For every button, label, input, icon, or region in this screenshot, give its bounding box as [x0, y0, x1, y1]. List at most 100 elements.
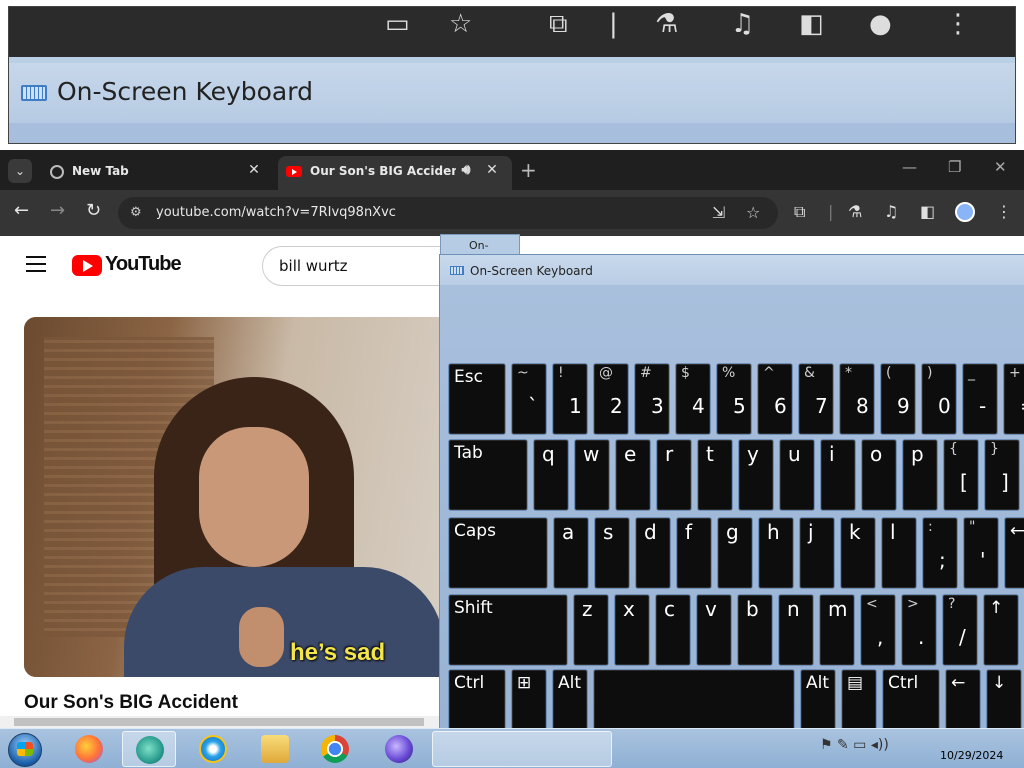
extensions-icon[interactable]: ⧉	[794, 202, 805, 222]
osk-key[interactable]: f	[676, 517, 712, 589]
taskbar-explorer[interactable]	[248, 731, 302, 767]
tab-close-icon[interactable]: ✕	[484, 162, 500, 178]
osk-key[interactable]: _ -	[962, 363, 998, 435]
chrome-menu-icon[interactable]: ⋮	[996, 202, 1012, 221]
osk-key[interactable]: ⟵	[1004, 517, 1024, 589]
osk-key[interactable]: ? /	[942, 594, 978, 666]
osk-key[interactable]: ) 0	[921, 363, 957, 435]
osk-key[interactable]: >.	[901, 594, 937, 666]
media-control-icon[interactable]: ♫	[884, 202, 898, 221]
osk-key-shift-label: @	[599, 365, 613, 381]
restore-button[interactable]: ❐	[948, 158, 961, 176]
start-button[interactable]	[4, 731, 44, 767]
osk-key[interactable]: +=	[1003, 363, 1024, 435]
osk-key[interactable]: r	[656, 439, 692, 511]
magnifier-frame: ▭ ☆ ⧉ | ⚗ ♫ ◧ ● ⋮ On-Screen Keyboard	[8, 6, 1016, 144]
speaker-icon[interactable]: 🔊︎	[458, 162, 474, 178]
osk-key-label: d	[644, 520, 657, 544]
osk-key[interactable]: @2	[593, 363, 629, 435]
tab-youtube[interactable]: Our Son's BIG Accident - Yo 🔊︎ ✕	[278, 156, 512, 190]
back-button[interactable]: ←	[14, 202, 29, 220]
osk-key[interactable]: d	[635, 517, 671, 589]
labs-icon[interactable]: ⚗	[848, 202, 862, 221]
osk-key[interactable]: Caps	[448, 517, 548, 589]
osk-key[interactable]: ~ `	[511, 363, 547, 435]
reload-button[interactable]: ↻	[86, 202, 101, 220]
minimize-button[interactable]: —	[902, 158, 917, 176]
background-osk-window[interactable]: On-Screen	[440, 234, 520, 265]
close-window-button[interactable]: ✕	[994, 158, 1007, 176]
osk-key[interactable]: s	[594, 517, 630, 589]
bookmark-star-icon[interactable]: ☆	[746, 203, 760, 222]
osk-key[interactable]: % 5	[716, 363, 752, 435]
hamburger-menu-icon[interactable]	[26, 256, 46, 277]
video-player[interactable]: he’s sad	[24, 317, 454, 677]
taskbar-ie[interactable]	[186, 731, 240, 767]
osk-key[interactable]: <,	[860, 594, 896, 666]
osk-key[interactable]: a	[553, 517, 589, 589]
osk-key[interactable]: j	[799, 517, 835, 589]
osk-key[interactable]: m	[819, 594, 855, 666]
profile-avatar[interactable]	[955, 202, 975, 222]
osk-key[interactable]: & 7	[798, 363, 834, 435]
osk-key[interactable]: w	[574, 439, 610, 511]
osk-key[interactable]: o	[861, 439, 897, 511]
search-value: bill wurtz	[279, 257, 348, 275]
chrome-favicon-icon	[50, 165, 64, 179]
taskbar-chrome[interactable]	[308, 731, 362, 767]
osk-key[interactable]: v	[696, 594, 732, 666]
osk-key[interactable]: h	[758, 517, 794, 589]
osk-key[interactable]: Esc	[448, 363, 506, 435]
osk-key[interactable]: k	[840, 517, 876, 589]
osk-key[interactable]: i	[820, 439, 856, 511]
on-screen-keyboard-window[interactable]: On-Screen Keyboard Esc ~ `! 1 @2 #3 $4% 5 ^ 6 & 7 * 8…	[439, 254, 1024, 749]
osk-key[interactable]: b	[737, 594, 773, 666]
new-tab-button[interactable]: +	[520, 158, 537, 182]
search-input[interactable]: bill wurtz	[262, 246, 462, 286]
osk-key[interactable]: (9	[880, 363, 916, 435]
osk-key-label: ←	[951, 673, 966, 693]
osk-key[interactable]: n	[778, 594, 814, 666]
osk-key[interactable]: Tab	[448, 439, 528, 511]
site-info-icon[interactable]: ⚙	[130, 205, 142, 220]
osk-key[interactable]: * 8	[839, 363, 875, 435]
osk-key[interactable]: #3	[634, 363, 670, 435]
osk-key[interactable]: x	[614, 594, 650, 666]
osk-key[interactable]: c	[655, 594, 691, 666]
osk-key[interactable]: ^ 6	[757, 363, 793, 435]
osk-key[interactable]: t	[697, 439, 733, 511]
osk-key[interactable]: $4	[675, 363, 711, 435]
osk-titlebar[interactable]: On-Screen Keyboard	[440, 255, 1024, 285]
osk-key[interactable]: ↑	[983, 594, 1019, 666]
osk-key[interactable]: " '	[963, 517, 999, 589]
tab-new-tab[interactable]: New Tab ✕	[40, 156, 272, 190]
osk-key[interactable]: g	[717, 517, 753, 589]
osk-key[interactable]: {[	[943, 439, 979, 511]
address-bar[interactable]: ⚙ youtube.com/watch?v=7RIvq98nXvc ⇲ ☆	[118, 197, 778, 229]
horizontal-scrollbar[interactable]	[0, 716, 440, 728]
osk-key[interactable]: z	[573, 594, 609, 666]
side-panel-icon[interactable]: ◧	[920, 202, 935, 221]
osk-key[interactable]: p	[902, 439, 938, 511]
osk-key[interactable]: :;	[922, 517, 958, 589]
taskbar-firefox-2[interactable]	[372, 731, 426, 767]
osk-key[interactable]: l	[881, 517, 917, 589]
tab-close-icon[interactable]: ✕	[246, 162, 262, 178]
install-app-icon[interactable]: ⇲	[712, 203, 725, 222]
osk-key-label: ]	[1001, 470, 1009, 494]
osk-key[interactable]: e	[615, 439, 651, 511]
taskbar-firefox[interactable]	[62, 731, 116, 767]
osk-key[interactable]: u	[779, 439, 815, 511]
osk-key[interactable]: ! 1	[552, 363, 588, 435]
osk-key[interactable]: Shift	[448, 594, 568, 666]
osk-key[interactable]: q	[533, 439, 569, 511]
taskbar-app-active[interactable]	[122, 731, 176, 767]
taskbar-osk-group[interactable]	[432, 731, 612, 767]
extensions-icon: ⧉	[549, 9, 568, 39]
forward-button[interactable]: →	[50, 202, 65, 220]
tray-icons[interactable]: ⚑ ✎ ▭ ◂))	[820, 737, 889, 753]
tab-search-dropdown[interactable]: ⌄	[8, 159, 32, 183]
osk-key[interactable]: }]	[984, 439, 1020, 511]
osk-key-shift-label: (	[886, 365, 892, 381]
osk-key[interactable]: y	[738, 439, 774, 511]
